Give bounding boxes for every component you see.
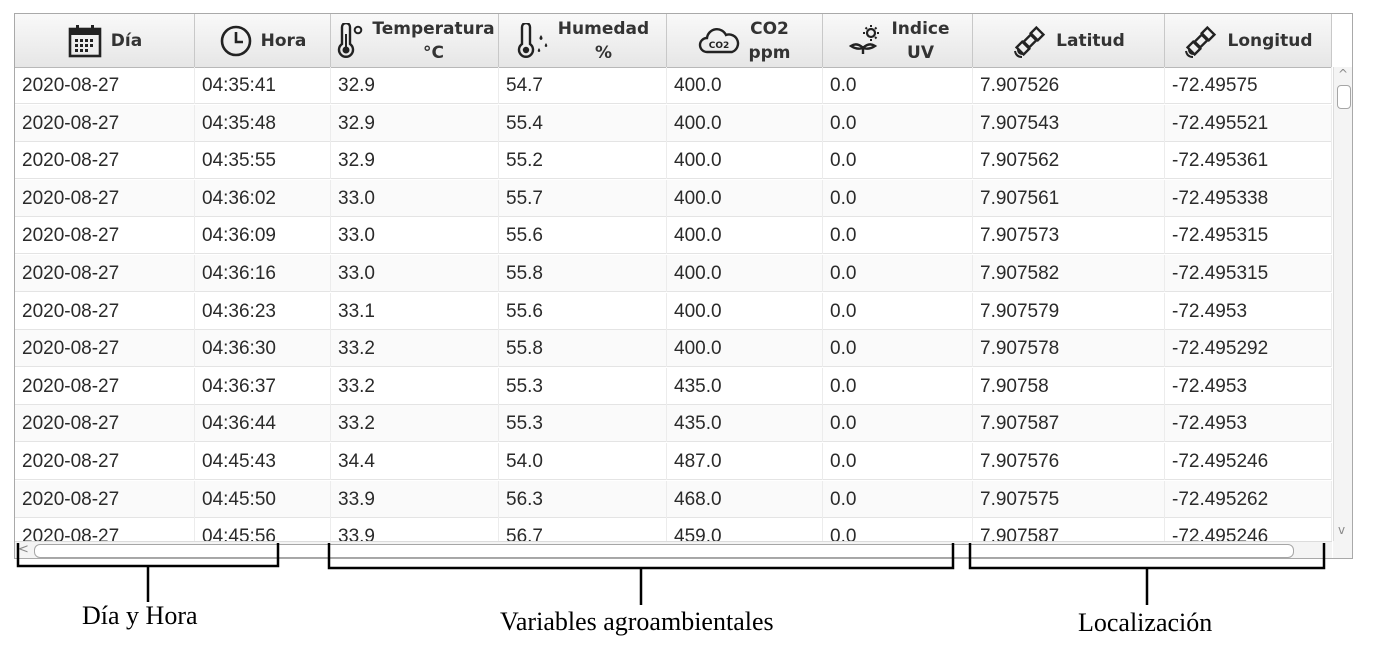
bracket-localizacion xyxy=(968,543,1326,605)
group-label-dia-hora: Día y Hora xyxy=(82,601,198,630)
bracket-variables xyxy=(327,543,955,605)
group-label-variables: Variables agroambientales xyxy=(500,607,774,636)
bracket-dia-hora xyxy=(16,543,280,602)
group-label-localizacion: Localización xyxy=(1078,608,1213,637)
group-brackets xyxy=(16,543,1326,605)
